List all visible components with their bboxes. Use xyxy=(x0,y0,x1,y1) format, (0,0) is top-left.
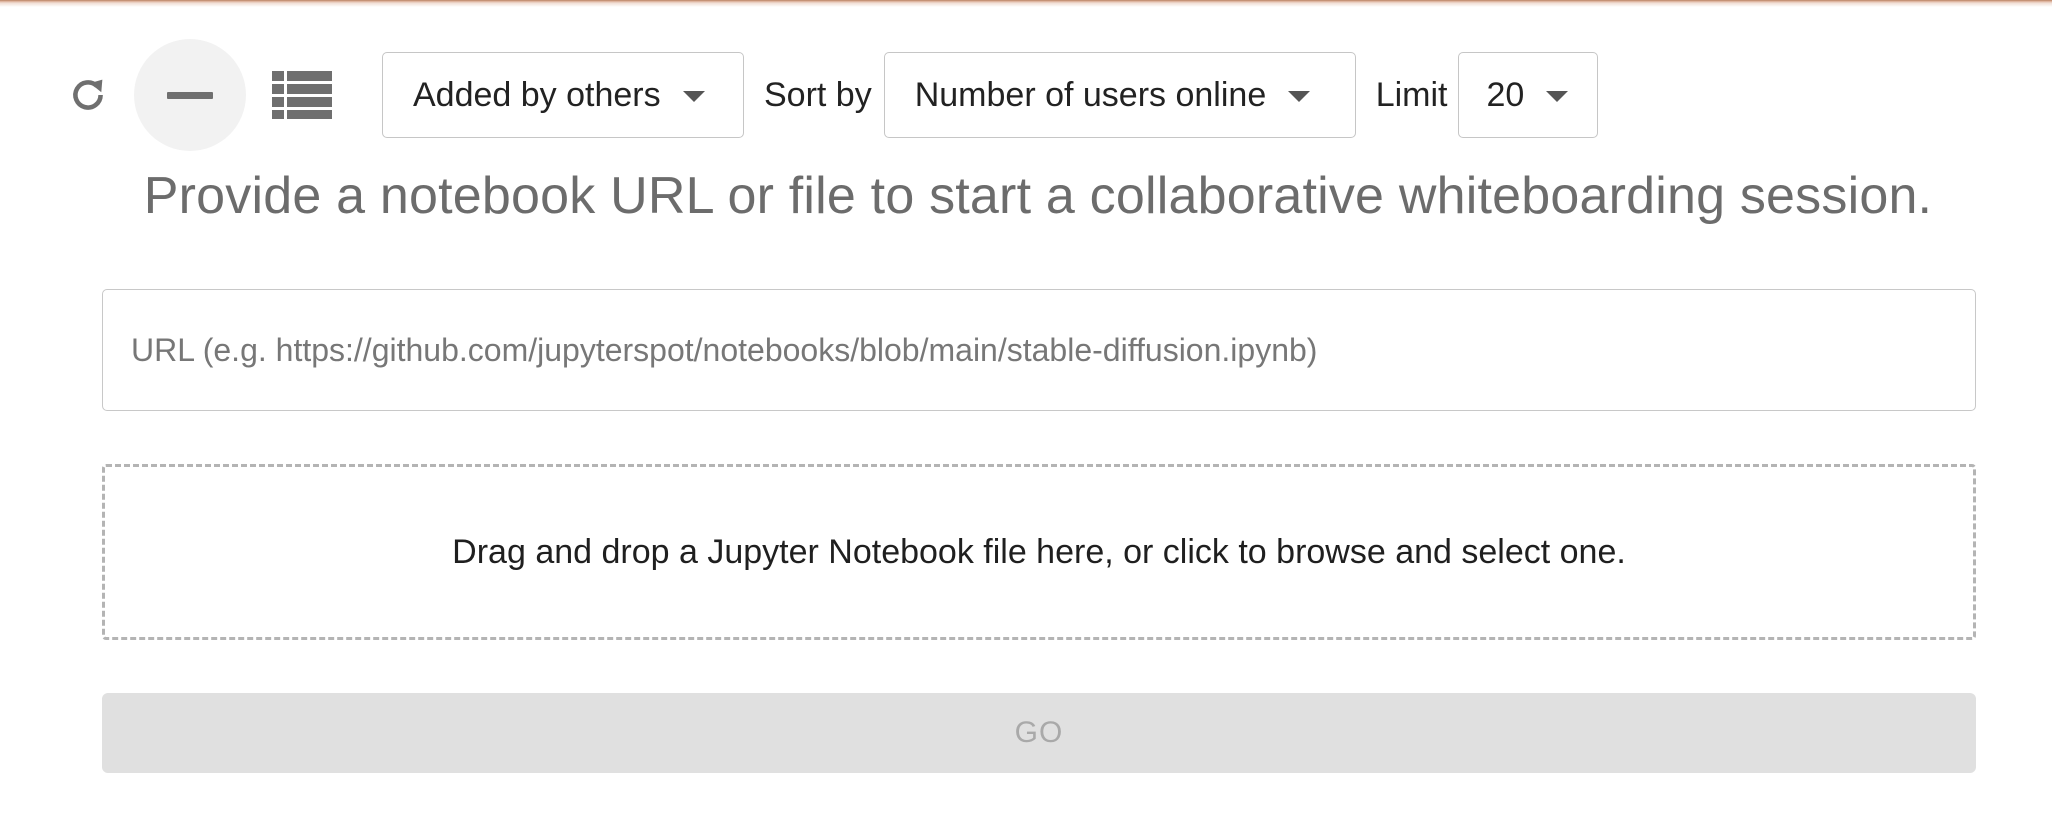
page-title: Provide a notebook URL or file to start … xyxy=(143,167,1933,225)
limit-select[interactable]: 20 xyxy=(1457,52,1598,138)
top-edge-shadow xyxy=(0,0,2052,7)
filter-select-value: Added by others xyxy=(413,75,661,114)
file-dropzone[interactable]: Drag and drop a Jupyter Notebook file he… xyxy=(102,464,1976,640)
go-button[interactable]: GO xyxy=(102,693,1976,773)
chevron-down-icon xyxy=(1546,91,1569,102)
collapse-button[interactable] xyxy=(134,39,246,151)
refresh-icon xyxy=(73,79,103,110)
sort-label: Sort by xyxy=(764,75,872,114)
chevron-down-icon xyxy=(682,91,705,102)
chevron-down-icon xyxy=(1288,91,1311,102)
filter-select[interactable]: Added by others xyxy=(382,52,744,138)
limit-select-value: 20 xyxy=(1486,75,1525,114)
url-input[interactable] xyxy=(102,289,1976,411)
page: Added by others Sort by Number of users … xyxy=(0,0,2052,838)
minus-icon xyxy=(167,91,213,99)
sort-select-value: Number of users online xyxy=(914,75,1267,114)
list-view-icon xyxy=(272,71,332,119)
list-view-button[interactable] xyxy=(272,70,332,120)
limit-label: Limit xyxy=(1375,75,1448,114)
sort-select[interactable]: Number of users online xyxy=(883,52,1356,138)
refresh-button[interactable] xyxy=(60,67,116,123)
dropzone-text: Drag and drop a Jupyter Notebook file he… xyxy=(452,532,1626,571)
toolbar: Added by others Sort by Number of users … xyxy=(60,36,1598,154)
